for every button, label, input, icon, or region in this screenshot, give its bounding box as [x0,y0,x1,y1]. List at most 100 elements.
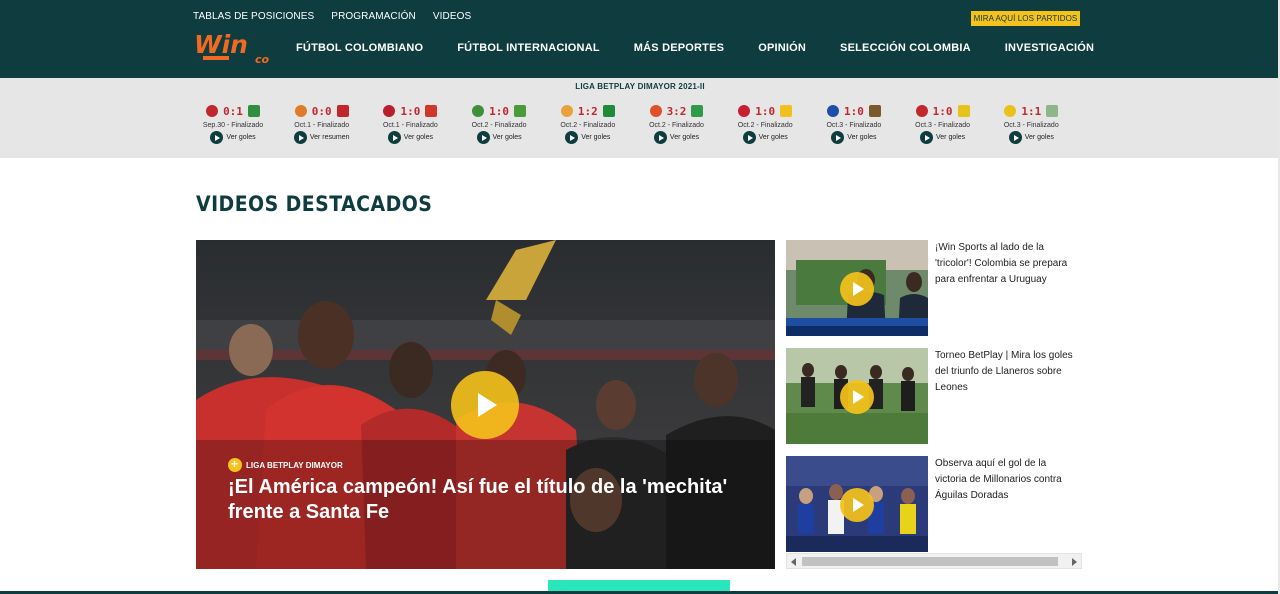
match-link-label: Ver goles [936,134,966,141]
match-teams: 1:0 [904,102,982,120]
side-video-item[interactable]: ¡Win Sports al lado de la 'tricolor'! Co… [786,240,1086,338]
match-card[interactable]: 1:0 Oct.1 - Finalizado Ver goles [371,102,449,152]
match-card[interactable]: 1:0 Oct.2 - Finalizado Ver goles [726,102,804,152]
video-thumbnail[interactable] [786,348,928,444]
scores-strip: LIGA BETPLAY DIMAYOR 2021-II 0:1 Sep.30 -… [0,78,1280,158]
match-video-link[interactable]: Ver resumen [283,131,361,144]
main-nav: FÚTBOL COLOMBIANO FÚTBOL INTERNACIONAL M… [296,42,1128,54]
hero-play-icon[interactable] [451,371,519,439]
side-video-title[interactable]: ¡Win Sports al lado de la 'tricolor'! Co… [935,240,1075,288]
scroll-left-icon[interactable] [791,558,796,566]
match-link-label: Ver goles [581,134,611,141]
scroll-right-icon[interactable] [1072,558,1077,566]
plus-icon [228,457,242,472]
play-icon[interactable] [831,131,845,144]
match-score: 1:0 [755,104,776,118]
side-video-title[interactable]: Torneo BetPlay | Mira los goles del triu… [935,348,1075,396]
home-crest-icon [826,105,839,117]
home-crest-icon [915,105,928,117]
away-crest-icon [691,105,704,117]
home-crest-icon [738,105,751,117]
match-date: Oct.3 - Finalizado [915,122,971,129]
nav-futbol-internacional[interactable]: FÚTBOL INTERNACIONAL [457,42,600,54]
side-video-item[interactable]: Observa aquí el gol de la victoria de Mi… [786,456,1086,554]
match-card[interactable]: 3:2 Oct.2 - Finalizado Ver goles [638,102,716,152]
match-card[interactable]: 1:0 Oct.2 - Finalizado Ver goles [460,102,538,152]
scrollbar-thumb[interactable] [802,557,1058,566]
video-thumbnail[interactable] [786,456,928,552]
nav-mas-deportes[interactable]: MÁS DEPORTES [634,42,724,54]
play-icon[interactable] [840,272,874,306]
match-teams: 0:0 [283,102,361,120]
play-icon[interactable] [387,131,401,144]
match-teams: 3:2 [638,102,716,120]
match-video-link[interactable]: Ver goles [638,131,716,144]
match-teams: 0:1 [194,102,272,120]
match-link-label: Ver goles [403,134,433,141]
play-icon[interactable] [840,488,874,522]
match-date: Oct.3 - Finalizado [1003,122,1059,129]
nav-seleccion-colombia[interactable]: SELECCIÓN COLOMBIA [840,42,971,54]
away-crest-icon [868,105,881,117]
horizontal-scrollbar[interactable] [786,553,1082,569]
side-video-item[interactable]: Torneo BetPlay | Mira los goles del triu… [786,348,1086,446]
match-teams: 1:2 [549,102,627,120]
match-teams: 1:0 [371,102,449,120]
match-score: 1:1 [1021,104,1042,118]
nav-futbol-colombiano[interactable]: FÚTBOL COLOMBIANO [296,42,423,54]
match-score: 1:0 [932,104,953,118]
home-crest-icon [649,105,662,117]
play-icon[interactable] [210,131,224,144]
play-icon[interactable] [742,131,756,144]
away-crest-icon [602,105,615,117]
section-title: VIDEOS DESTACADOS [196,192,433,216]
match-video-link[interactable]: Ver goles [726,131,804,144]
home-crest-icon [383,105,396,117]
match-date: Oct.1 - Finalizado [382,122,438,129]
site-header: TABLAS DE POSICIONES PROGRAMACIÓN VIDEOS… [0,0,1280,78]
hero-title[interactable]: ¡El América campeón! Así fue el título d… [228,475,748,525]
link-tablas-de-posiciones[interactable]: TABLAS DE POSICIONES [193,11,314,22]
match-video-link[interactable]: Ver goles [371,131,449,144]
play-icon[interactable] [920,131,933,144]
match-video-link[interactable]: Ver goles [460,131,538,144]
match-card[interactable]: 1:2 Oct.2 - Finalizado Ver goles [549,102,627,152]
play-icon[interactable] [653,131,667,144]
match-score: 1:0 [400,104,421,118]
away-crest-icon [1046,105,1059,117]
nav-investigacion[interactable]: INVESTIGACIÓN [1005,42,1094,54]
hero-tag-label: LIGA BETPLAY DIMAYOR [246,460,343,470]
watch-matches-button[interactable]: MIRA AQUÍ LOS PARTIDOS [971,11,1080,26]
away-crest-icon [780,105,793,117]
match-card[interactable]: 0:0 Oct.1 - Finalizado Ver resumen [283,102,361,152]
match-card[interactable]: 1:0 Oct.3 - Finalizado Ver goles [904,102,982,152]
link-programacion[interactable]: PROGRAMACIÓN [331,11,416,22]
match-card[interactable]: 1:1 Oct.3 - Finalizado Ver goles [992,102,1070,152]
play-icon[interactable] [840,380,874,414]
away-crest-icon [514,105,527,117]
match-video-link[interactable]: Ver goles [549,131,627,144]
play-icon[interactable] [293,131,307,144]
away-crest-icon [957,105,970,117]
match-card[interactable]: 1:0 Oct.3 - Finalizado Ver goles [815,102,893,152]
side-video-title[interactable]: Observa aquí el gol de la victoria de Mi… [935,456,1075,504]
play-icon[interactable] [476,131,490,144]
video-thumbnail[interactable] [786,240,928,336]
logo-sub: co [255,53,270,66]
match-date: Oct.2 - Finalizado [560,122,616,129]
match-video-link[interactable]: Ver goles [815,131,893,144]
league-title: LIGA BETPLAY DIMAYOR 2021-II [575,82,705,91]
match-date: Oct.1 - Finalizado [294,122,350,129]
match-video-link[interactable]: Ver goles [992,131,1070,144]
match-date: Oct.2 - Finalizado [471,122,527,129]
match-video-link[interactable]: Ver goles [194,131,272,144]
hero-tag: LIGA BETPLAY DIMAYOR [228,457,343,472]
match-video-link[interactable]: Ver goles [904,131,982,144]
win-sports-logo[interactable]: Win co [193,29,275,67]
link-videos[interactable]: VIDEOS [433,11,471,22]
match-card[interactable]: 0:1 Sep.30 - Finalizado Ver goles [194,102,272,152]
nav-opinion[interactable]: OPINIÓN [758,42,806,54]
match-link-label: Ver goles [847,134,877,141]
play-icon[interactable] [565,131,579,144]
play-icon[interactable] [1008,131,1022,144]
